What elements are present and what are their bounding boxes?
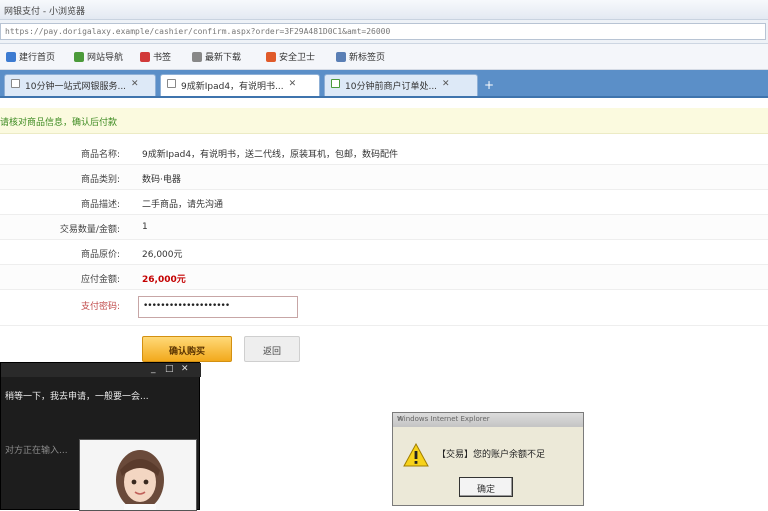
payment-password-input[interactable]: ••••••••••••••••••••	[138, 296, 298, 318]
form-row: 商品类别: 数码·电器	[0, 165, 768, 190]
row-label: 商品原价:	[80, 250, 120, 260]
row-label: 交易数量/金额:	[59, 225, 120, 235]
chat-message: 稍等一下，我去申请，一般要一会...	[5, 392, 149, 402]
tab-label: 10分钟前商户订单处...	[345, 82, 438, 92]
back-button[interactable]: 返回	[244, 336, 300, 362]
address-bar: https://pay.dorigalaxy.example/cashier/c…	[0, 20, 768, 44]
favorite-item[interactable]: 网站导航	[74, 50, 123, 63]
favorites-bar: 建行首页 网站导航 书签 最新下载 安全卫士 新标签页	[0, 44, 768, 70]
favorite-item[interactable]: 安全卫士	[266, 50, 315, 63]
page-icon	[11, 79, 20, 88]
chat-titlebar: _ □ ✕	[1, 363, 201, 377]
row-label: 商品描述:	[80, 200, 120, 210]
url-field[interactable]: https://pay.dorigalaxy.example/cashier/c…	[0, 23, 766, 40]
favorite-label: 网站导航	[87, 53, 124, 63]
favorite-label: 书签	[153, 53, 172, 63]
favorite-icon	[266, 51, 276, 62]
window-title: 网银支付 - 小浏览器	[4, 7, 85, 17]
form-row: 交易数量/金额: 1	[0, 215, 768, 240]
browser-tab[interactable]: 10分钟前商户订单处... ✕	[324, 74, 478, 96]
dialog-message: 【交易】您的账户余额不足	[437, 450, 546, 460]
favorite-label: 建行首页	[19, 53, 56, 63]
chat-window: _ □ ✕ 稍等一下，我去申请，一般要一会... 对方正在输入...	[0, 362, 201, 511]
row-label: 商品名称:	[80, 150, 120, 160]
form-row: 商品名称: 9成新Ipad4，有说明书，送二代线，原装耳机，包邮，数码配件	[0, 140, 768, 165]
favorite-icon	[6, 51, 16, 62]
avatar-illustration	[80, 440, 196, 510]
tab-label: 9成新Ipad4，有说明书...	[181, 82, 284, 92]
favorite-item[interactable]: 建行首页	[6, 50, 55, 63]
row-value: 数码·电器	[142, 175, 181, 185]
close-icon[interactable]: ✕	[181, 364, 189, 374]
browser-tab[interactable]: 10分钟一站式网银服务... ✕	[4, 74, 156, 96]
close-icon[interactable]: ✕	[289, 79, 297, 89]
ok-button[interactable]: 确定	[459, 477, 513, 497]
tab-bar: 10分钟一站式网银服务... ✕ 9成新Ipad4，有说明书... ✕ 10分钟…	[0, 70, 768, 98]
confirm-purchase-button[interactable]: 确认购买	[142, 336, 232, 362]
close-icon[interactable]: ✕	[442, 79, 450, 89]
contact-photo	[79, 439, 197, 511]
favorite-icon	[140, 51, 150, 62]
row-value: 9成新Ipad4，有说明书，送二代线，原装耳机，包邮，数码配件	[142, 150, 399, 160]
notice-text: 请核对商品信息，确认后付款	[0, 118, 118, 128]
favorite-icon	[192, 51, 202, 62]
row-value: 1	[142, 222, 148, 232]
favorite-label: 最新下载	[205, 53, 242, 63]
page-icon	[167, 79, 176, 88]
minimize-icon[interactable]: _	[151, 364, 156, 374]
row-label: 支付密码:	[80, 302, 120, 312]
form-row: 应付金额: 26,000元	[0, 265, 768, 290]
chat-status: 对方正在输入...	[5, 446, 68, 456]
row-value: 26,000元	[142, 250, 183, 260]
close-icon[interactable]: ✕	[397, 415, 579, 423]
form-row: 商品原价: 26,000元	[0, 240, 768, 265]
row-value: 二手商品，请先沟通	[142, 200, 224, 210]
window-titlebar: 网银支付 - 小浏览器	[0, 0, 768, 20]
favorite-item[interactable]: 最新下载	[192, 50, 241, 63]
warning-icon	[403, 443, 429, 467]
page-icon	[331, 79, 340, 88]
new-tab-icon[interactable]: +	[484, 78, 494, 92]
maximize-icon[interactable]: □	[165, 364, 174, 374]
close-icon[interactable]: ✕	[131, 79, 139, 89]
amount-due-value: 26,000元	[142, 275, 186, 285]
form-row: 支付密码:	[0, 292, 768, 326]
alert-dialog: Windows Internet Explorer ✕ 【交易】您的账户余额不足…	[392, 412, 584, 506]
browser-tab[interactable]: 9成新Ipad4，有说明书... ✕	[160, 74, 320, 96]
tab-label: 10分钟一站式网银服务...	[25, 82, 127, 92]
dialog-titlebar: Windows Internet Explorer ✕	[393, 413, 583, 427]
favorite-item[interactable]: 书签	[140, 50, 171, 63]
favorite-label: 新标签页	[349, 53, 386, 63]
form-row: 商品描述: 二手商品，请先沟通	[0, 190, 768, 215]
row-label: 应付金额:	[80, 275, 120, 285]
favorite-label: 安全卫士	[279, 53, 316, 63]
notice-bar: 请核对商品信息，确认后付款	[0, 108, 768, 134]
favorite-icon	[74, 51, 84, 62]
favorite-item[interactable]: 新标签页	[336, 50, 385, 63]
favorite-icon	[336, 51, 346, 62]
row-label: 商品类别:	[80, 175, 120, 185]
